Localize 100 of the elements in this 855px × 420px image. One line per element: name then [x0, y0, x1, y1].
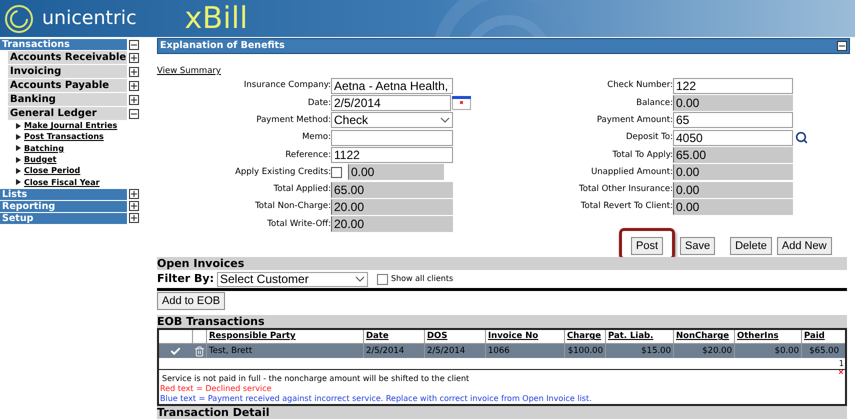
bullet-icon [16, 168, 21, 174]
checkbox[interactable] [376, 274, 388, 285]
check-icon[interactable] [170, 346, 181, 357]
sidebar-link[interactable]: Post Transactions [24, 131, 104, 142]
column-header[interactable]: OtherIns [734, 330, 801, 344]
text-field[interactable]: 122 [673, 78, 793, 94]
column-header[interactable]: Invoice No [485, 330, 564, 344]
panel-title: Explanation of Benefits [160, 38, 285, 53]
bullet-icon [16, 145, 21, 152]
readonly-field: 0.00 [673, 164, 793, 180]
column-header[interactable]: Responsible Party [206, 330, 363, 344]
sidebar-link[interactable]: Close Fiscal Year [24, 176, 100, 188]
sidebar-link[interactable]: Budget [24, 154, 56, 166]
bullet-icon [16, 179, 21, 186]
column-header[interactable]: Date [363, 330, 424, 344]
close-icon[interactable] [839, 370, 843, 374]
table-cell: Test, Brett [206, 344, 363, 358]
calendar-icon[interactable] [452, 96, 471, 110]
field-label: Unapplied Amount: [590, 166, 673, 179]
legend-note: Red text = Declined service [159, 384, 273, 394]
readonly-field: 0.00 [673, 182, 793, 198]
table-cell: 2/5/2014 [424, 344, 485, 358]
sidebar-group[interactable]: Invoicing [8, 65, 127, 78]
legend-note: Blue text = Payment received against incorrect service. Replace with correct invoice from Open Invoice list. [159, 394, 593, 404]
field-label: Total To Apply: [612, 148, 673, 162]
field-label: Apply Existing Credits: [234, 166, 331, 179]
section-header: EOB Transactions [157, 315, 847, 328]
field-label: Total Revert To Client: [580, 200, 673, 214]
select-field[interactable]: Check [331, 112, 453, 128]
sidebar-group[interactable]: Accounts Payable [8, 79, 127, 92]
add-to-eob-button[interactable]: Add to EOB [157, 292, 226, 310]
expand-icon[interactable] [129, 80, 139, 90]
field-label: Payment Amount: [596, 114, 673, 127]
column-header[interactable]: Pat. Liab. [605, 330, 673, 344]
table-cell: 1066 [485, 344, 564, 358]
table-cell: $20.00 [673, 344, 734, 358]
form-button[interactable]: Add New [776, 237, 832, 256]
table-cell: $65.00 [801, 344, 841, 358]
post-button[interactable]: Post [631, 237, 664, 256]
sidebar-section[interactable]: Setup [0, 212, 127, 224]
table-cell: $100.00 [564, 344, 605, 358]
sidebar-link[interactable]: Batching [24, 142, 64, 154]
sidebar-section[interactable]: Lists [0, 188, 127, 200]
customer-select[interactable]: Select Customer [216, 272, 368, 287]
sidebar-link[interactable]: Close Period [24, 165, 80, 176]
text-field[interactable] [331, 130, 453, 146]
text-field[interactable]: 65 [673, 112, 793, 128]
collapse-icon[interactable] [129, 108, 139, 118]
text-field[interactable]: 1122 [331, 146, 453, 163]
field-label: Total Applied: [272, 183, 331, 196]
column-header[interactable]: NonCharge [673, 330, 734, 344]
expand-icon[interactable] [129, 213, 139, 224]
field-label: Deposit To: [624, 131, 673, 144]
select-field[interactable]: Aetna - Aetna Health, [331, 78, 453, 94]
field-label: Balance: [635, 96, 673, 110]
sidebar-group[interactable]: Banking [8, 93, 127, 106]
app-title: xBill [184, 2, 248, 36]
collapse-icon[interactable] [129, 40, 139, 50]
table-row[interactable]: Test, Brett 2/5/2014 2/5/2014 1066 $100.00 $15.00 $20.00 $0.00 $65.00 [159, 344, 845, 358]
bullet-icon [16, 134, 21, 140]
readonly-field: 65.00 [673, 146, 793, 163]
form-button[interactable]: Delete [730, 237, 772, 256]
readonly-field: 20.00 [331, 216, 453, 232]
sidebar-group[interactable]: Accounts Receivable [8, 51, 127, 64]
sidebar-section[interactable]: Reporting [0, 200, 127, 212]
expand-icon[interactable] [129, 201, 139, 212]
view-summary-link[interactable]: View Summary [157, 65, 221, 78]
expand-icon[interactable] [129, 52, 139, 62]
collapse-icon[interactable] [837, 41, 847, 51]
column-header[interactable]: Paid [801, 330, 841, 344]
checkbox[interactable] [331, 166, 342, 178]
search-icon[interactable] [795, 131, 808, 144]
field-label: Check Number: [606, 79, 673, 92]
page-number[interactable]: 1 [838, 358, 844, 370]
sidebar-group[interactable]: General Ledger [8, 107, 127, 120]
sidebar-link[interactable]: Make Journal Entries [24, 120, 118, 132]
table-cell: 2/5/2014 [363, 344, 424, 358]
logo-icon [4, 4, 34, 34]
section-header: Open Invoices [157, 257, 847, 270]
column-header[interactable]: Charge [564, 330, 605, 344]
field-label: Memo: [301, 131, 331, 144]
field-label: Total Write-Off: [266, 218, 331, 230]
column-header[interactable]: DOS [424, 330, 485, 344]
field-label: Payment Method: [255, 114, 331, 127]
field-label: Insurance Company: [242, 79, 331, 92]
expand-icon[interactable] [129, 189, 139, 200]
sidebar-section[interactable]: Transactions [0, 39, 127, 50]
field-label: Date: [306, 96, 331, 110]
text-field[interactable]: 4050 [673, 130, 793, 146]
expand-icon[interactable] [129, 94, 139, 104]
readonly-field: 0.00 [673, 198, 793, 215]
table-cell: $0.00 [734, 344, 801, 358]
section-header: Transaction Detail [157, 406, 847, 420]
form-button[interactable]: Save [680, 237, 716, 256]
filter-label: Filter By: [157, 270, 214, 287]
field-label: Total Other Insurance: [578, 183, 673, 196]
date-field[interactable]: 2/5/2014 [331, 95, 451, 112]
trash-icon[interactable] [194, 346, 204, 357]
readonly-field: 0.00 [348, 164, 444, 180]
expand-icon[interactable] [129, 66, 139, 76]
